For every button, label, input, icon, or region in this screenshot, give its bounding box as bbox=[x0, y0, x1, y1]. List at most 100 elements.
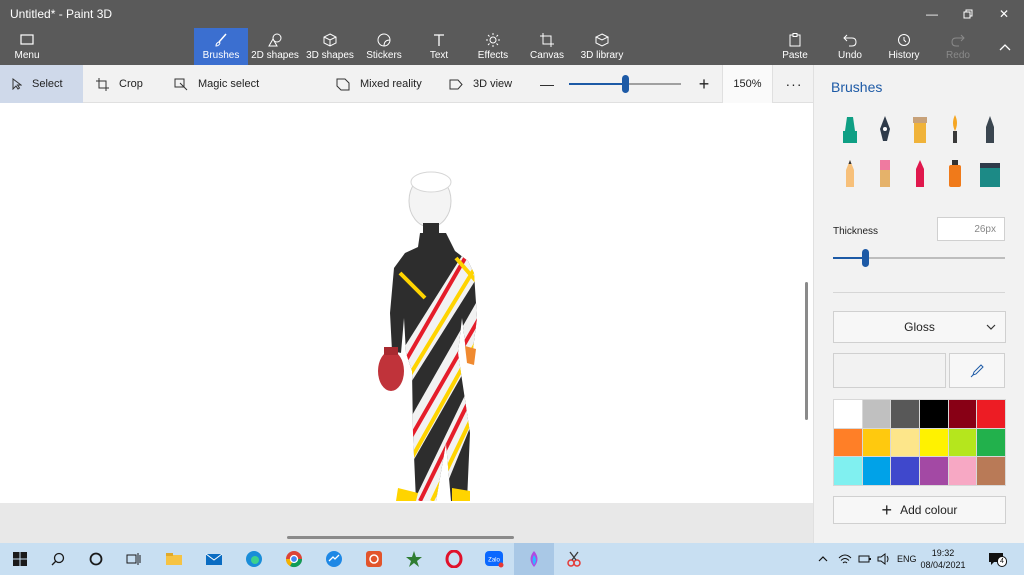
crop-button[interactable]: Crop bbox=[96, 65, 143, 103]
color-swatch[interactable] bbox=[919, 400, 948, 428]
color-swatch[interactable] bbox=[834, 457, 862, 485]
magic-select-button[interactable]: Magic select bbox=[174, 65, 259, 103]
oil-brush[interactable] bbox=[905, 113, 935, 147]
history-button[interactable]: History bbox=[886, 28, 922, 65]
zoom-out-button[interactable]: — bbox=[540, 65, 554, 103]
paste-button[interactable]: Paste bbox=[780, 28, 810, 65]
color-swatch[interactable] bbox=[977, 457, 1005, 485]
undo-button[interactable]: Undo bbox=[835, 28, 865, 65]
redo-button[interactable]: Redo bbox=[944, 28, 972, 65]
color-swatch[interactable] bbox=[862, 400, 891, 428]
tab-3d-shapes[interactable]: 3D shapes bbox=[304, 28, 356, 65]
horizontal-scrollbar[interactable] bbox=[287, 536, 514, 539]
workspace[interactable] bbox=[0, 103, 813, 543]
effects-icon bbox=[486, 33, 500, 47]
spray-can-brush[interactable] bbox=[940, 157, 970, 191]
maximize-button[interactable] bbox=[950, 0, 986, 28]
add-colour-button[interactable]: + Add colour bbox=[833, 496, 1006, 524]
tray-clock[interactable]: 19:32 08/04/2021 bbox=[918, 547, 968, 571]
tab-brushes[interactable]: Brushes bbox=[194, 28, 248, 65]
marker-brush[interactable] bbox=[835, 113, 865, 147]
tab-text[interactable]: Text bbox=[424, 28, 454, 65]
zoom-level[interactable]: 150% bbox=[722, 65, 773, 103]
tab-stickers[interactable]: Stickers bbox=[362, 28, 406, 65]
redo-icon bbox=[951, 34, 965, 47]
calligraphy-pen-brush[interactable] bbox=[870, 113, 900, 147]
taskbar-paint-3d[interactable] bbox=[514, 543, 554, 575]
tab-2d-shapes[interactable]: 2D shapes bbox=[250, 28, 300, 65]
close-icon: ✕ bbox=[998, 7, 1010, 21]
tab-effects[interactable]: Effects bbox=[476, 28, 510, 65]
taskbar-edge[interactable] bbox=[234, 543, 274, 575]
menu-button[interactable]: Menu bbox=[6, 28, 48, 65]
pencil-brush[interactable] bbox=[835, 157, 865, 191]
spray-can-icon bbox=[949, 160, 961, 187]
taskbar-messenger[interactable] bbox=[314, 543, 354, 575]
tray-network[interactable] bbox=[838, 543, 852, 575]
tray-chevron[interactable] bbox=[818, 543, 828, 575]
close-button[interactable]: ✕ bbox=[986, 0, 1022, 28]
zoom-in-button[interactable]: + bbox=[697, 65, 711, 103]
zoom-slider-thumb[interactable] bbox=[622, 75, 629, 93]
color-swatch[interactable] bbox=[919, 428, 948, 457]
taskbar-snip[interactable] bbox=[554, 543, 594, 575]
taskbar-file-explorer[interactable] bbox=[154, 543, 194, 575]
tab-3d-shapes-label: 3D shapes bbox=[306, 50, 354, 61]
finish-dropdown[interactable]: Gloss bbox=[833, 311, 1006, 343]
3d-view-button[interactable]: 3D view bbox=[449, 65, 512, 103]
taskbar-pinned-app[interactable] bbox=[394, 543, 434, 575]
tray-volume[interactable] bbox=[877, 543, 891, 575]
color-swatch[interactable] bbox=[862, 428, 891, 457]
crayon-brush[interactable] bbox=[905, 157, 935, 191]
vertical-scrollbar[interactable] bbox=[805, 282, 808, 420]
clock-time: 19:32 bbox=[931, 548, 955, 558]
collapse-ribbon-button[interactable] bbox=[992, 28, 1018, 65]
color-swatch[interactable] bbox=[948, 428, 977, 457]
eraser-brush[interactable] bbox=[870, 157, 900, 191]
character-figure[interactable] bbox=[0, 103, 813, 503]
color-swatch[interactable] bbox=[977, 428, 1005, 457]
minimize-button[interactable]: — bbox=[914, 0, 950, 28]
color-swatch[interactable] bbox=[891, 400, 919, 428]
color-swatch[interactable] bbox=[891, 457, 919, 485]
color-swatch[interactable] bbox=[948, 400, 977, 428]
tray-language[interactable]: ENG bbox=[897, 543, 917, 575]
mixed-reality-button[interactable]: Mixed reality bbox=[336, 65, 422, 103]
color-swatch[interactable] bbox=[891, 428, 919, 457]
start-button[interactable] bbox=[0, 543, 40, 575]
pinned-star-icon bbox=[406, 551, 422, 567]
clock-date: 08/04/2021 bbox=[920, 560, 966, 570]
taskbar-zalo[interactable]: Zalo bbox=[474, 543, 514, 575]
tray-battery[interactable] bbox=[858, 543, 872, 575]
taskbar-chrome[interactable] bbox=[274, 543, 314, 575]
eyedropper-button[interactable] bbox=[949, 353, 1005, 388]
color-swatch[interactable] bbox=[862, 457, 891, 485]
tab-3d-library[interactable]: 3D library bbox=[580, 28, 624, 65]
taskbar-mail[interactable] bbox=[194, 543, 234, 575]
select-label: Select bbox=[32, 78, 63, 90]
mail-icon bbox=[205, 553, 223, 565]
more-options-button[interactable]: ··· bbox=[786, 65, 802, 103]
color-swatch[interactable] bbox=[948, 457, 977, 485]
thickness-input[interactable]: 26px bbox=[937, 217, 1005, 241]
watercolor-brush[interactable] bbox=[940, 113, 970, 147]
taskbar-task-view[interactable] bbox=[114, 543, 154, 575]
fill-brush[interactable] bbox=[975, 157, 1005, 191]
select-button[interactable]: Select bbox=[0, 65, 83, 103]
taskbar-cortana[interactable] bbox=[76, 543, 116, 575]
taskbar-opera[interactable] bbox=[434, 543, 474, 575]
minus-icon: — bbox=[540, 76, 554, 92]
taskbar-red-app[interactable] bbox=[354, 543, 394, 575]
color-swatch[interactable] bbox=[834, 428, 862, 457]
notification-center[interactable]: 4 bbox=[988, 543, 1007, 575]
zoom-slider[interactable] bbox=[569, 75, 681, 93]
tab-canvas[interactable]: Canvas bbox=[530, 28, 564, 65]
taskbar-search[interactable] bbox=[38, 543, 78, 575]
color-swatch[interactable] bbox=[834, 400, 862, 428]
color-swatch[interactable] bbox=[977, 400, 1005, 428]
canvas[interactable] bbox=[0, 103, 813, 503]
color-swatch[interactable] bbox=[919, 457, 948, 485]
thickness-slider-thumb[interactable] bbox=[861, 249, 869, 267]
pixel-pen-brush[interactable] bbox=[975, 113, 1005, 147]
cursor-icon bbox=[12, 78, 22, 90]
